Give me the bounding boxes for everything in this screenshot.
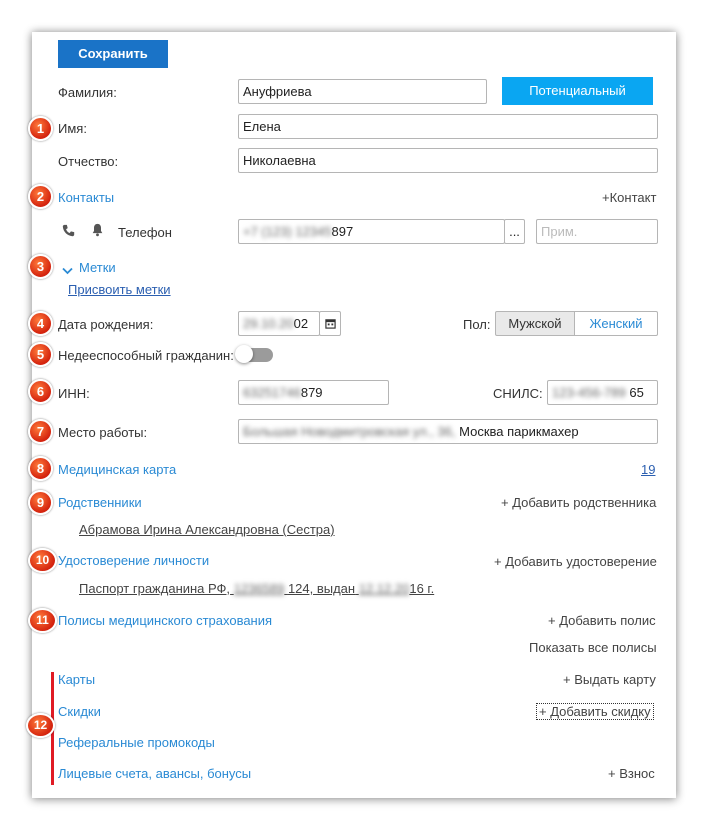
badge-10: 10 [28,548,57,573]
show-all-policies-button[interactable]: Показать все полисы [529,640,657,655]
chevron-down-icon[interactable] [62,263,73,278]
identity-doc-part-e: 16 г. [409,581,435,596]
middle-name-label: Отчество: [58,154,119,169]
snils-hidden-part: 123-456-789 [552,385,626,400]
badge-2: 2 [28,184,53,209]
badge-9: 9 [28,490,53,515]
promo-codes-link[interactable]: Реферальные промокоды [58,735,215,750]
identity-document-link[interactable]: Паспорт гражданина РФ, 1236589 124, выда… [79,581,434,596]
badge-7: 7 [28,419,53,444]
accounts-link[interactable]: Лицевые счета, авансы, бонусы [58,766,251,781]
inn-label: ИНН: [58,386,90,401]
contacts-link[interactable]: Контакты [58,190,114,205]
badge-1: 1 [28,116,53,141]
phone-note-placeholder: Прим. [541,224,578,239]
birth-date-hidden-part: 29.10.20 [243,316,294,331]
phone-note-input[interactable]: Прим. [536,219,658,244]
medical-card-link[interactable]: Медицинская карта [58,462,176,477]
work-hidden-part: Большая Новодмитровская ул., 36, [243,424,456,439]
identity-doc-part-b: 1236589 [233,581,285,596]
gender-female-button[interactable]: Женский [574,311,658,336]
phone-hidden-part: +7 (123) 12345 [243,224,332,239]
inn-hidden-part: 63251746 [243,385,301,400]
tags-link[interactable]: Метки [79,260,116,275]
badge-3: 3 [28,254,53,279]
work-input[interactable]: Большая Новодмитровская ул., 36, Москва … [238,419,658,444]
birth-date-visible-part: 02 [293,316,309,331]
identity-doc-part-a: Паспорт гражданина РФ, [79,581,231,596]
badge-8: 8 [28,456,53,481]
phone-input[interactable]: +7 (123) 12345897 [238,219,505,244]
policies-link[interactable]: Полисы медицинского страхования [58,613,272,628]
last-name-label: Фамилия: [58,85,117,100]
phone-label: Телефон [118,225,172,240]
inn-visible-part: 879 [300,385,323,400]
first-name-input[interactable]: Елена [238,114,658,139]
first-name-label: Имя: [58,121,87,136]
middle-name-input[interactable]: Николаевна [238,148,658,173]
badge-6: 6 [28,379,53,404]
issue-card-button[interactable]: + Выдать карту [563,672,656,687]
birth-date-input[interactable]: 29.10.2002 [238,311,320,336]
bell-icon[interactable] [91,223,104,240]
relative-item-link[interactable]: Абрамова Ирина Александровна (Сестра) [79,522,335,537]
add-policy-button[interactable]: + Добавить полис [548,613,656,628]
snils-label: СНИЛС: [493,386,543,401]
calendar-icon [324,317,336,332]
identity-doc-part-c: 124, выдан [287,581,356,596]
birth-date-label: Дата рождения: [58,317,154,332]
phone-visible-part: 897 [331,224,354,239]
phone-icon[interactable] [62,224,75,240]
inn-input[interactable]: 63251746879 [238,380,389,405]
phone-more-button[interactable]: ... [504,219,525,244]
assign-tags-link[interactable]: Присвоить метки [68,282,171,297]
gender-male-button[interactable]: Мужской [495,311,575,336]
badge-11: 11 [28,608,57,633]
add-deposit-button[interactable]: + Взнос [608,766,655,781]
incapable-toggle[interactable] [235,345,273,363]
work-visible-part: Москва парикмахер [459,424,579,439]
incapable-label: Недееспособный гражданин: [58,348,234,363]
snils-visible-part: 65 [629,385,644,400]
identity-link[interactable]: Удостоверение личности [58,553,209,568]
status-button[interactable]: Потенциальный [502,77,653,105]
work-label: Место работы: [58,425,148,440]
add-discount-button[interactable]: + Добавить скидку [536,703,654,720]
medical-card-number-link[interactable]: 19 [641,462,655,477]
cards-link[interactable]: Карты [58,672,95,687]
discounts-link[interactable]: Скидки [58,704,101,719]
add-contact-button[interactable]: +Контакт [602,190,656,205]
add-relative-button[interactable]: + Добавить родственника [501,495,656,510]
relatives-link[interactable]: Родственники [58,495,142,510]
last-name-input[interactable]: Ануфриева [238,79,487,104]
gender-label: Пол: [463,317,491,332]
calendar-button[interactable] [319,311,341,336]
toggle-knob [235,345,253,363]
badge-4: 4 [28,311,53,336]
snils-input[interactable]: 123-456-789 65 [547,380,658,405]
identity-doc-part-d: 12.12.20 [358,581,410,596]
client-form: Сохранить Фамилия: Ануфриева Потенциальн… [26,32,676,798]
badge-5: 5 [28,342,53,367]
add-identity-button[interactable]: + Добавить удостоверение [494,554,657,569]
save-button[interactable]: Сохранить [58,40,168,68]
badge-12: 12 [26,713,55,738]
